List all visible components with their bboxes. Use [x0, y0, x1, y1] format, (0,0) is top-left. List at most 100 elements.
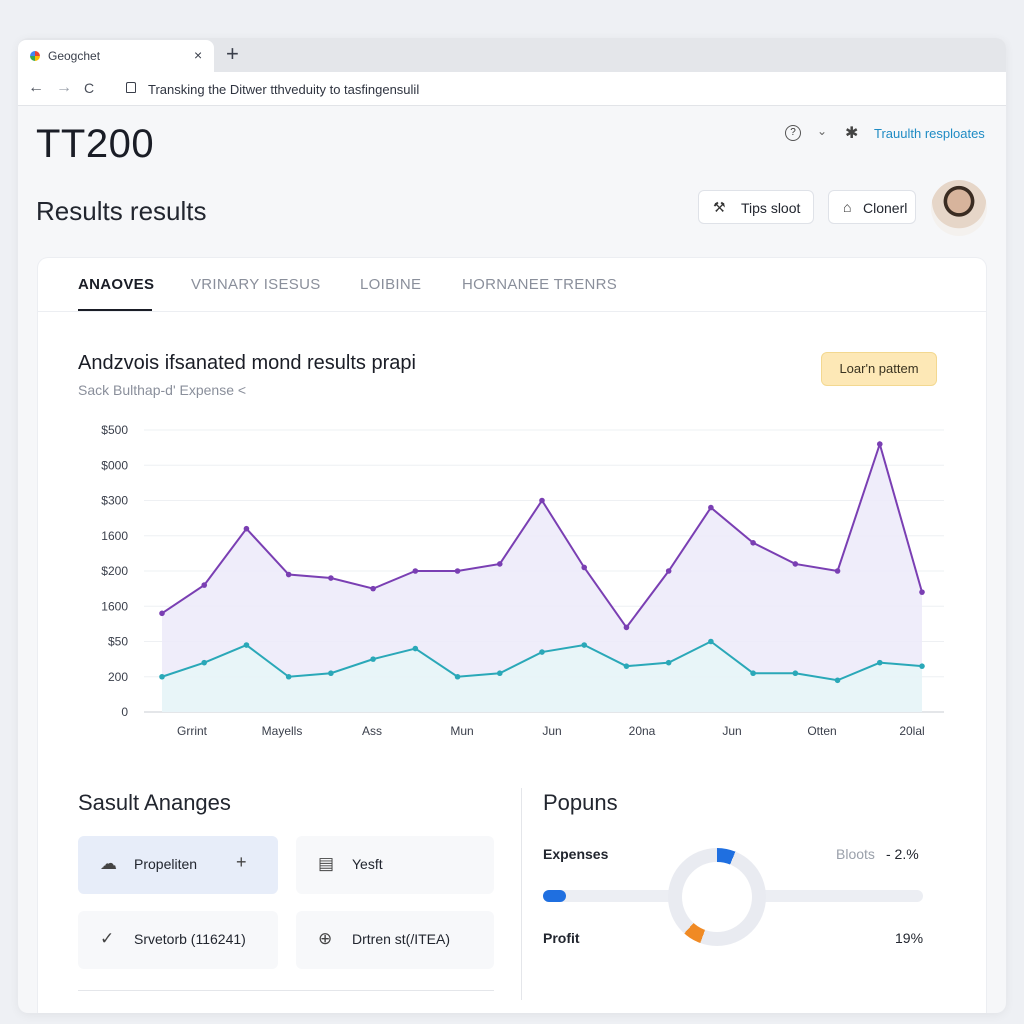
tools-icon: ⚒ [713, 199, 726, 215]
data-point [243, 642, 250, 648]
tab-primary-issues[interactable]: VRINARY ISESUS [191, 276, 321, 293]
globe-icon: ⊕ [318, 929, 333, 948]
boots-value: - 2.% [886, 846, 919, 862]
favicon-icon [30, 51, 40, 61]
data-point [159, 673, 165, 680]
data-point [370, 585, 376, 592]
y-tick-label: $50 [108, 635, 128, 649]
x-tick-label: Mun [450, 724, 473, 738]
section-divider [78, 990, 494, 991]
plus-icon[interactable]: + [236, 852, 247, 873]
section-right-title: Popuns [543, 790, 618, 815]
data-point [623, 624, 630, 631]
donut-chart [668, 848, 766, 946]
back-arrow-icon[interactable]: ← [28, 79, 44, 97]
lock-icon [126, 82, 136, 93]
address-bar: ← → C Transking the Ditwer tthveduity to… [18, 72, 1006, 106]
y-tick-label: $500 [101, 423, 128, 437]
y-tick-label: 200 [108, 670, 128, 684]
data-point [876, 441, 883, 447]
profit-value: 19% [895, 930, 924, 946]
cloud-icon: ☁ [100, 854, 117, 873]
y-tick-label: 0 [121, 705, 128, 719]
clone-button[interactable]: ⌂ Clonerl [828, 190, 916, 224]
data-point [876, 659, 883, 666]
propeliten-tile[interactable]: ☁ Propeliten + [78, 836, 278, 894]
data-point [285, 571, 292, 578]
data-point [454, 673, 461, 680]
x-tick-label: Mayells [262, 724, 303, 738]
browser-window: Geogchet × + ← → C Transking the Ditwer … [18, 38, 1006, 1013]
tab-strip: Geogchet × + [18, 38, 1006, 72]
active-tab-indicator [78, 309, 152, 311]
section-left-title: Sasult Ananges [78, 790, 231, 815]
drtren-tile[interactable]: ⊕ Drtren st(/ITEA) [296, 911, 494, 969]
data-point [665, 568, 672, 574]
data-point [792, 670, 799, 677]
tab-loibine[interactable]: LOIBINE [360, 276, 421, 293]
data-point [285, 673, 292, 680]
gear-icon[interactable]: ✱ [845, 123, 858, 143]
close-icon[interactable]: × [194, 47, 202, 63]
profit-label: Profit [543, 930, 580, 946]
reload-icon[interactable]: C [84, 80, 94, 96]
line-area-chart: 0 200 $50 1600 $200 1600 $300 $000 $500 Grrint May… [101, 423, 944, 738]
tile-label: Srvetorb (116241) [134, 931, 246, 947]
chevron-down-icon[interactable]: ⌄ [817, 124, 827, 138]
tips-button[interactable]: ⚒ Tips sloot [698, 190, 814, 224]
data-point [665, 659, 672, 666]
expenses-progress-fill [543, 890, 566, 902]
header-link[interactable]: Trauulth resploates [874, 126, 985, 141]
avatar[interactable] [931, 180, 987, 236]
srvetorb-tile[interactable]: ✓ Srvetorb (116241) [78, 911, 278, 969]
data-point [792, 561, 799, 567]
data-point [539, 497, 545, 504]
data-point [708, 638, 714, 645]
page-subtitle: Results results [36, 196, 207, 226]
new-tab-button[interactable]: + [226, 41, 239, 67]
data-point [539, 649, 545, 655]
boots-label: Bloots [836, 846, 875, 862]
data-point [750, 540, 756, 546]
chart-title: Andzvois ifsanated mond results prapi [78, 352, 416, 374]
data-point [328, 575, 334, 581]
url-field[interactable]: Transking the Ditwer tthveduity to tasfi… [148, 82, 419, 97]
data-point [496, 561, 503, 567]
chart-subtitle[interactable]: Sack Bulthap-d' Expense < [78, 382, 246, 398]
tips-button-label: Tips sloot [741, 200, 801, 216]
data-point [581, 564, 588, 571]
yesft-tile[interactable]: ▤ Yesft [296, 836, 494, 894]
x-tick-label: Grrint [177, 724, 208, 738]
home-icon: ⌂ [843, 199, 852, 215]
data-point [328, 670, 334, 677]
content-tabs: ANAOVES VRINARY ISESUS LOIBINE HORNANEE … [38, 258, 986, 312]
x-tick-label: Jun [542, 724, 561, 738]
expenses-label: Expenses [543, 846, 609, 862]
y-tick-label: $000 [101, 458, 128, 472]
tab-trends[interactable]: HORNANEE TRENRS [462, 276, 617, 293]
data-point [834, 568, 841, 574]
document-icon: ▤ [318, 854, 335, 873]
data-point [708, 504, 714, 511]
forward-arrow-icon[interactable]: → [56, 79, 72, 97]
data-point [834, 677, 841, 684]
data-point [159, 610, 165, 617]
x-tick-label: 20na [629, 724, 656, 738]
clone-button-label: Clonerl [863, 200, 908, 216]
tab-analyses[interactable]: ANAOVES [78, 276, 154, 293]
data-point [581, 642, 588, 648]
data-point [201, 659, 208, 666]
pattern-button[interactable]: Loar'n pattem [821, 352, 937, 386]
help-icon[interactable]: ? [785, 125, 801, 141]
column-divider [521, 788, 522, 1000]
x-tick-label: 20lal [899, 724, 924, 738]
data-point [496, 670, 503, 677]
y-tick-label: 1600 [101, 599, 128, 613]
browser-tab[interactable]: Geogchet × [18, 40, 214, 72]
x-tick-label: Otten [807, 724, 836, 738]
y-tick-label: $200 [101, 564, 128, 578]
data-point [201, 582, 208, 588]
data-point [919, 589, 925, 595]
y-tick-label: $300 [101, 494, 128, 508]
analytics-card: ANAOVES VRINARY ISESUS LOIBINE HORNANEE … [38, 258, 986, 1013]
